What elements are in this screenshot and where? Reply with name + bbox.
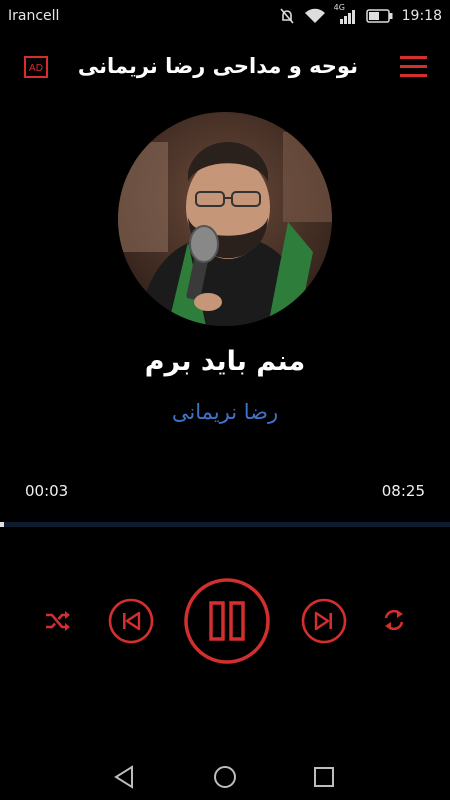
- ad-label: AD: [29, 63, 43, 74]
- wifi-icon: [304, 8, 325, 23]
- reciter-photo: [118, 112, 332, 326]
- ad-icon[interactable]: AD: [24, 56, 48, 78]
- total-time: 08:25: [381, 482, 425, 500]
- signal-icon: 4G: [334, 3, 358, 25]
- skip-previous-icon[interactable]: [108, 598, 154, 644]
- artist-name[interactable]: رضا نریمانی: [0, 400, 450, 424]
- back-triangle-icon[interactable]: [113, 765, 135, 789]
- mute-icon: [280, 8, 294, 24]
- skip-next-icon[interactable]: [301, 598, 347, 644]
- hamburger-menu-icon[interactable]: [400, 54, 427, 78]
- status-bar: Irancell 4G 19:18: [0, 0, 450, 32]
- current-time: 00:03: [25, 482, 69, 500]
- status-icons: 4G 19:18: [278, 3, 442, 25]
- recents-square-icon[interactable]: [314, 767, 334, 787]
- seek-bar[interactable]: [0, 522, 450, 527]
- pause-icon[interactable]: [183, 577, 271, 665]
- battery-icon: [365, 9, 393, 23]
- app-title: نوحه و مداحی رضا نریمانی: [77, 54, 358, 78]
- repeat-icon[interactable]: [381, 607, 407, 633]
- shuffle-icon[interactable]: [44, 608, 72, 634]
- clock: 19:18: [401, 8, 442, 24]
- home-circle-icon[interactable]: [213, 765, 237, 789]
- app-header: AD نوحه و مداحی رضا نریمانی: [0, 44, 450, 90]
- seek-bar-progress: [0, 522, 4, 527]
- track-title: منم باید برم: [144, 346, 306, 377]
- carrier-name: Irancell: [8, 8, 60, 24]
